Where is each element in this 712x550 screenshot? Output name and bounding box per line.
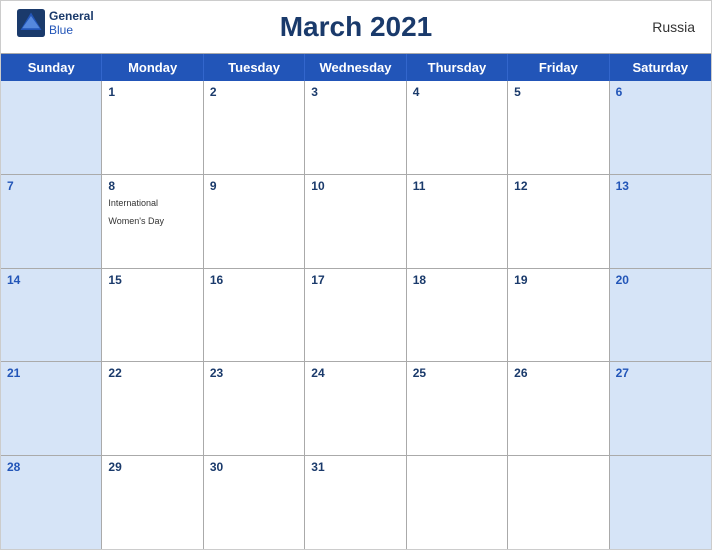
week-row-3: 14 15 16 17 18 19 20 [1, 269, 711, 363]
header-thursday: Thursday [407, 54, 508, 81]
day-cell-27: 27 [610, 362, 711, 455]
day-num-27: 27 [616, 366, 705, 380]
day-num-4: 4 [413, 85, 501, 99]
day-num-6: 6 [616, 85, 705, 99]
day-cell-empty-4 [610, 456, 711, 549]
week-row-4: 21 22 23 24 25 26 27 [1, 362, 711, 456]
week-row-1: 1 2 3 4 5 6 [1, 81, 711, 175]
day-num-9: 9 [210, 179, 298, 193]
day-cell-30: 30 [204, 456, 305, 549]
day-num-24: 24 [311, 366, 399, 380]
day-num-14: 14 [7, 273, 95, 287]
day-cell-29: 29 [102, 456, 203, 549]
event-intl-womens-day: International Women's Day [108, 198, 164, 226]
day-cell-empty-3 [508, 456, 609, 549]
day-cell-21: 21 [1, 362, 102, 455]
day-num-31: 31 [311, 460, 399, 474]
day-cell-16: 16 [204, 269, 305, 362]
day-cell-6: 6 [610, 81, 711, 174]
day-num-30: 30 [210, 460, 298, 474]
day-num-15: 15 [108, 273, 196, 287]
day-num-22: 22 [108, 366, 196, 380]
day-num-13: 13 [616, 179, 705, 193]
day-cell-28: 28 [1, 456, 102, 549]
day-cell-1: 1 [102, 81, 203, 174]
day-num-1: 1 [108, 85, 196, 99]
day-cell-9: 9 [204, 175, 305, 268]
day-cell-31: 31 [305, 456, 406, 549]
calendar-grid: Sunday Monday Tuesday Wednesday Thursday… [1, 53, 711, 549]
day-cell-7: 7 [1, 175, 102, 268]
day-cell-17: 17 [305, 269, 406, 362]
day-cell-10: 10 [305, 175, 406, 268]
header-sunday: Sunday [1, 54, 102, 81]
calendar-title: March 2021 [280, 11, 433, 43]
header-monday: Monday [102, 54, 203, 81]
day-num-2: 2 [210, 85, 298, 99]
day-headers-row: Sunday Monday Tuesday Wednesday Thursday… [1, 54, 711, 81]
day-cell-22: 22 [102, 362, 203, 455]
day-num-11: 11 [413, 179, 501, 193]
day-num-20: 20 [616, 273, 705, 287]
day-cell-15: 15 [102, 269, 203, 362]
header-tuesday: Tuesday [204, 54, 305, 81]
day-num-29: 29 [108, 460, 196, 474]
day-num-21: 21 [7, 366, 95, 380]
header-saturday: Saturday [610, 54, 711, 81]
country-label: Russia [652, 19, 695, 35]
day-cell-8: 8 International Women's Day [102, 175, 203, 268]
day-cell-26: 26 [508, 362, 609, 455]
day-num-26: 26 [514, 366, 602, 380]
day-num-8: 8 [108, 179, 196, 193]
logo-text: General Blue [49, 9, 94, 38]
day-num-23: 23 [210, 366, 298, 380]
logo-icon [17, 9, 45, 37]
day-num-28: 28 [7, 460, 95, 474]
weeks-container: 1 2 3 4 5 6 7 8 International Women's Da… [1, 81, 711, 549]
day-num-19: 19 [514, 273, 602, 287]
header-friday: Friday [508, 54, 609, 81]
day-num-10: 10 [311, 179, 399, 193]
day-cell-20: 20 [610, 269, 711, 362]
day-cell-18: 18 [407, 269, 508, 362]
calendar-header: General Blue March 2021 Russia [1, 1, 711, 53]
day-cell-2: 2 [204, 81, 305, 174]
day-num-25: 25 [413, 366, 501, 380]
day-cell-25: 25 [407, 362, 508, 455]
day-cell-5: 5 [508, 81, 609, 174]
logo: General Blue [17, 9, 94, 38]
day-cell-11: 11 [407, 175, 508, 268]
day-cell-3: 3 [305, 81, 406, 174]
header-wednesday: Wednesday [305, 54, 406, 81]
day-num-5: 5 [514, 85, 602, 99]
day-cell-empty-1 [1, 81, 102, 174]
day-num-7: 7 [7, 179, 95, 193]
calendar-container: General Blue March 2021 Russia Sunday Mo… [0, 0, 712, 550]
day-num-16: 16 [210, 273, 298, 287]
day-num-3: 3 [311, 85, 399, 99]
day-num-12: 12 [514, 179, 602, 193]
day-cell-14: 14 [1, 269, 102, 362]
week-row-2: 7 8 International Women's Day 9 10 11 12… [1, 175, 711, 269]
logo-blue: Blue [49, 23, 94, 37]
week-row-5: 28 29 30 31 [1, 456, 711, 549]
day-cell-4: 4 [407, 81, 508, 174]
logo-general: General [49, 9, 94, 23]
day-cell-empty-2 [407, 456, 508, 549]
day-cell-24: 24 [305, 362, 406, 455]
day-cell-13: 13 [610, 175, 711, 268]
day-num-17: 17 [311, 273, 399, 287]
day-num-18: 18 [413, 273, 501, 287]
day-cell-12: 12 [508, 175, 609, 268]
day-cell-19: 19 [508, 269, 609, 362]
day-cell-23: 23 [204, 362, 305, 455]
